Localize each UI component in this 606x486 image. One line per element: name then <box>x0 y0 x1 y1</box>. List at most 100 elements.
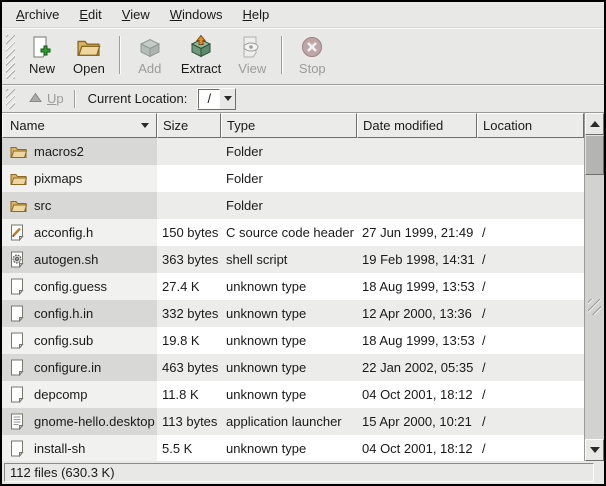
file-type: unknown type <box>221 300 357 327</box>
table-row[interactable]: config.guess 27.4 K unknown type 18 Aug … <box>2 273 584 300</box>
table-row[interactable]: gnome-hello.desktop 113 bytes applicatio… <box>2 408 584 435</box>
file-location <box>477 138 584 165</box>
file-type: Folder <box>221 165 357 192</box>
toolbar-grip[interactable] <box>6 35 15 79</box>
file-name: macros2 <box>34 144 84 159</box>
folder-icon <box>9 170 28 187</box>
file-date <box>357 165 477 192</box>
file-date <box>357 138 477 165</box>
file-name: autogen.sh <box>34 252 98 267</box>
extract-button[interactable]: Extract <box>173 32 229 78</box>
menu-windows[interactable]: Windows <box>160 4 233 25</box>
sort-indicator-icon <box>141 123 149 128</box>
add-files-icon <box>137 34 163 60</box>
status-bar: 112 files (630.3 K) <box>2 461 604 484</box>
status-box: 112 files (630.3 K) <box>4 463 594 482</box>
menu-view[interactable]: View <box>112 4 160 25</box>
scrollbar-trough[interactable] <box>585 175 604 439</box>
scrollbar-grip-mark <box>588 299 601 315</box>
menu-help[interactable]: Help <box>232 4 279 25</box>
file-size: 150 bytes <box>157 219 221 246</box>
vertical-scrollbar[interactable] <box>584 113 604 461</box>
location-bar-grip[interactable] <box>6 89 15 109</box>
file-type: unknown type <box>221 381 357 408</box>
open-archive-icon <box>76 34 102 60</box>
extract-button-label: Extract <box>181 61 221 76</box>
menu-bar: Archive Edit View Windows Help <box>2 2 604 28</box>
table-row[interactable]: config.sub 19.8 K unknown type 18 Aug 19… <box>2 327 584 354</box>
archive-manager-window: Archive Edit View Windows Help New Open <box>0 0 606 486</box>
file-size: 363 bytes <box>157 246 221 273</box>
table-row[interactable]: macros2 Folder <box>2 138 584 165</box>
file-size: 463 bytes <box>157 354 221 381</box>
open-button[interactable]: Open <box>65 32 113 78</box>
column-header-date-modified[interactable]: Date modified <box>357 113 477 138</box>
scroll-down-button[interactable] <box>585 439 604 461</box>
table-row[interactable]: configure.in 463 bytes unknown type 22 J… <box>2 354 584 381</box>
file-date: 12 Apr 2000, 13:36 <box>357 300 477 327</box>
file-name: config.sub <box>34 333 93 348</box>
add-button-label: Add <box>138 61 161 76</box>
file-name: install-sh <box>34 441 85 456</box>
table-row[interactable]: install-sh 5.5 K unknown type 04 Oct 200… <box>2 435 584 461</box>
table-row[interactable]: config.h.in 332 bytes unknown type 12 Ap… <box>2 300 584 327</box>
file-location <box>477 165 584 192</box>
column-header-name[interactable]: Name <box>2 113 157 138</box>
stop-button[interactable]: Stop <box>289 32 335 78</box>
file-icon <box>9 305 28 322</box>
column-header-size[interactable]: Size <box>157 113 221 138</box>
combo-dropdown-button[interactable] <box>220 89 235 109</box>
file-location: / <box>477 381 584 408</box>
new-button[interactable]: New <box>19 32 65 78</box>
file-type: unknown type <box>221 273 357 300</box>
file-name: pixmaps <box>34 171 82 186</box>
script-file-icon <box>9 251 28 268</box>
file-size: 11.8 K <box>157 381 221 408</box>
file-name: gnome-hello.desktop <box>34 414 155 429</box>
column-header-type[interactable]: Type <box>221 113 357 138</box>
file-icon <box>9 386 28 403</box>
file-location: / <box>477 246 584 273</box>
toolbar: New Open Add Extract <box>2 28 604 85</box>
file-list-area: Name Size Type Date modified Location <box>2 112 604 461</box>
file-size: 27.4 K <box>157 273 221 300</box>
toolbar-separator <box>281 36 283 74</box>
file-type: unknown type <box>221 354 357 381</box>
column-header-location[interactable]: Location <box>477 113 584 138</box>
file-location: / <box>477 435 584 461</box>
extract-icon <box>188 34 214 60</box>
table-row[interactable]: autogen.sh 363 bytes shell script 19 Feb… <box>2 246 584 273</box>
file-date: 04 Oct 2001, 18:12 <box>357 381 477 408</box>
file-name: depcomp <box>34 387 87 402</box>
file-type: Folder <box>221 192 357 219</box>
file-type: application launcher <box>221 408 357 435</box>
scroll-up-button[interactable] <box>585 113 604 135</box>
current-location-label: Current Location: <box>80 91 194 106</box>
view-button[interactable]: View <box>229 32 275 78</box>
file-icon <box>9 440 28 457</box>
stop-icon <box>299 34 325 60</box>
file-size <box>157 165 221 192</box>
file-location: / <box>477 273 584 300</box>
up-arrow-icon <box>29 91 42 106</box>
chevron-down-icon <box>224 96 232 101</box>
add-button[interactable]: Add <box>127 32 173 78</box>
file-type: Folder <box>221 138 357 165</box>
up-button[interactable]: Up <box>23 89 70 108</box>
open-button-label: Open <box>73 61 105 76</box>
file-location: / <box>477 408 584 435</box>
table-row[interactable]: depcomp 11.8 K unknown type 04 Oct 2001,… <box>2 381 584 408</box>
table-row[interactable]: src Folder <box>2 192 584 219</box>
table-row[interactable]: pixmaps Folder <box>2 165 584 192</box>
file-name: acconfig.h <box>34 225 93 240</box>
scrollbar-thumb[interactable] <box>585 135 604 175</box>
table-row[interactable]: acconfig.h 150 bytes C source code heade… <box>2 219 584 246</box>
file-date: 19 Feb 1998, 14:31 <box>357 246 477 273</box>
toolbar-separator <box>119 36 121 74</box>
file-icon <box>9 359 28 376</box>
source-file-icon <box>9 224 28 241</box>
file-name: config.h.in <box>34 306 93 321</box>
menu-edit[interactable]: Edit <box>69 4 111 25</box>
location-combo[interactable]: / <box>197 88 236 110</box>
menu-archive[interactable]: Archive <box>6 4 69 25</box>
